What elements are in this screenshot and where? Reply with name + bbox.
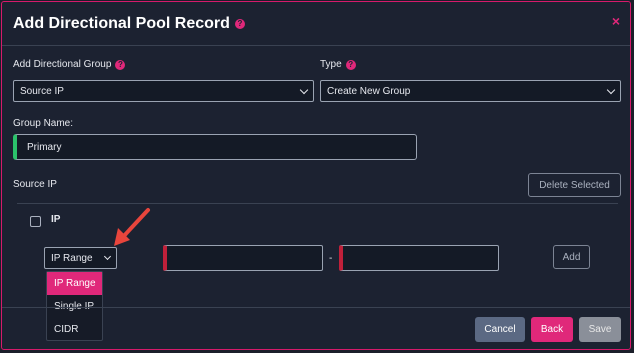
section-divider — [17, 203, 618, 204]
question-circle-icon[interactable]: ? — [234, 19, 245, 29]
question-circle-icon[interactable]: ? — [115, 59, 126, 70]
range-separator: - — [329, 253, 333, 264]
delete-selected-button[interactable]: Delete Selected — [528, 173, 621, 197]
group-name-input[interactable]: Primary — [13, 134, 417, 160]
back-button[interactable]: Back — [531, 317, 573, 342]
chevron-down-icon — [103, 252, 112, 261]
modal-title: Add Directional Pool Record ? — [13, 15, 245, 33]
type-select[interactable]: Create New Group — [320, 80, 621, 102]
cancel-button[interactable]: Cancel — [475, 317, 525, 342]
close-icon[interactable]: × — [612, 13, 620, 29]
chevron-down-icon — [606, 85, 616, 94]
dropdown-option-ip-range[interactable]: IP Range — [47, 272, 102, 295]
directional-group-label: Add Directional Group ? — [13, 59, 126, 70]
question-circle-icon[interactable]: ? — [345, 59, 356, 70]
add-ip-button[interactable]: Add — [553, 245, 590, 269]
directional-group-select[interactable]: Source IP — [13, 80, 314, 102]
chevron-down-icon — [299, 85, 309, 94]
modal-title-text: Add Directional Pool Record — [13, 15, 230, 32]
source-ip-heading: Source IP — [13, 179, 57, 190]
save-button[interactable]: Save — [579, 317, 621, 342]
modal-footer: Cancel Back Save — [2, 307, 630, 349]
select-all-checkbox[interactable] — [30, 216, 41, 227]
group-name-label: Group Name: — [13, 118, 74, 129]
ip-column-header: IP — [51, 214, 61, 225]
ip-range-end-input[interactable] — [339, 245, 499, 271]
type-label: Type ? — [320, 59, 356, 70]
red-arrow-annotation — [114, 208, 150, 246]
modal-header: Add Directional Pool Record ? × — [2, 2, 630, 46]
ip-type-select[interactable]: IP Range — [44, 247, 117, 269]
add-directional-pool-record-modal: Add Directional Pool Record ? × Add Dire… — [1, 1, 631, 350]
ip-range-start-input[interactable] — [163, 245, 323, 271]
